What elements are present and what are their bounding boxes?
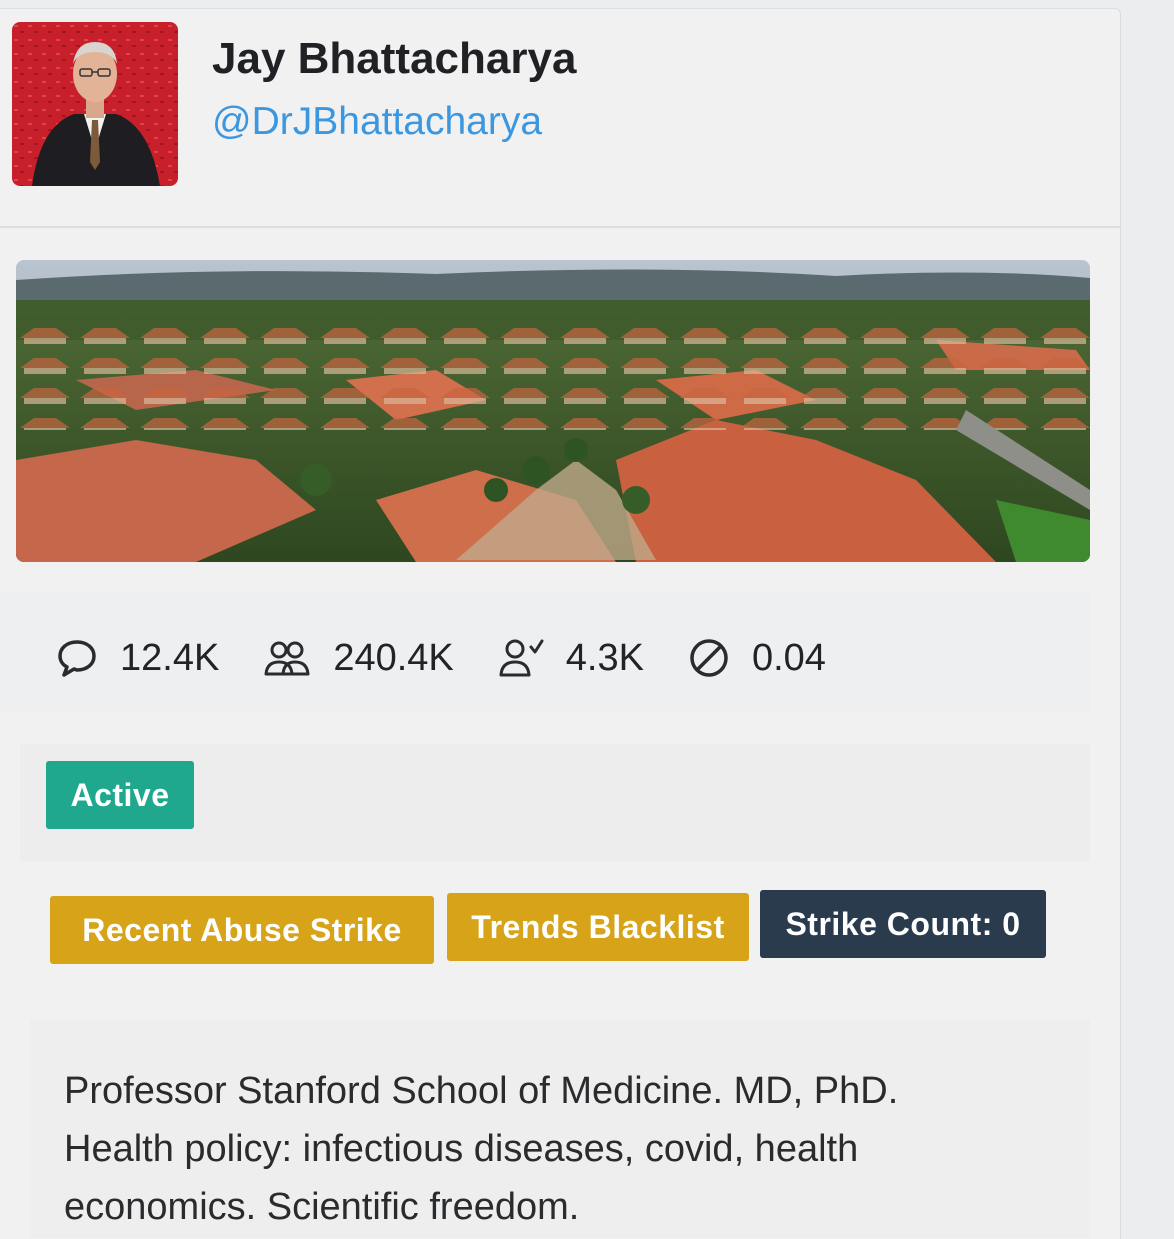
- stats-row: 12.4K 240.4K 4.3K 0.04: [56, 630, 870, 686]
- abuse-strike-badge: Recent Abuse Strike: [50, 896, 434, 964]
- followers-icon: [264, 641, 310, 676]
- stat-ratio: 0.04: [688, 637, 826, 680]
- profile-bio: Professor Stanford School of Medicine. M…: [64, 1070, 899, 1228]
- comment-icon: [58, 640, 96, 677]
- profile-header: Jay Bhattacharya @DrJBhattacharya: [0, 0, 1120, 228]
- stat-following: 4.3K: [498, 637, 644, 680]
- stat-tweets: 12.4K: [56, 637, 219, 680]
- strike-count-badge: Strike Count: 0: [760, 890, 1046, 958]
- stat-followers-value: 240.4K: [333, 636, 454, 679]
- trends-blacklist-badge: Trends Blacklist: [447, 893, 749, 961]
- stat-followers: 240.4K: [263, 636, 454, 680]
- banner-image: [16, 260, 1090, 562]
- status-badge: Active: [46, 761, 194, 829]
- avatar[interactable]: [12, 22, 178, 186]
- stat-ratio-value: 0.04: [751, 636, 826, 679]
- profile-name: Jay Bhattacharya: [212, 34, 577, 83]
- following-icon: [499, 639, 544, 677]
- profile-handle[interactable]: @DrJBhattacharya: [212, 100, 542, 144]
- stat-following-value: 4.3K: [565, 636, 644, 679]
- block-icon: [690, 639, 728, 677]
- stat-tweets-value: 12.4K: [120, 636, 220, 679]
